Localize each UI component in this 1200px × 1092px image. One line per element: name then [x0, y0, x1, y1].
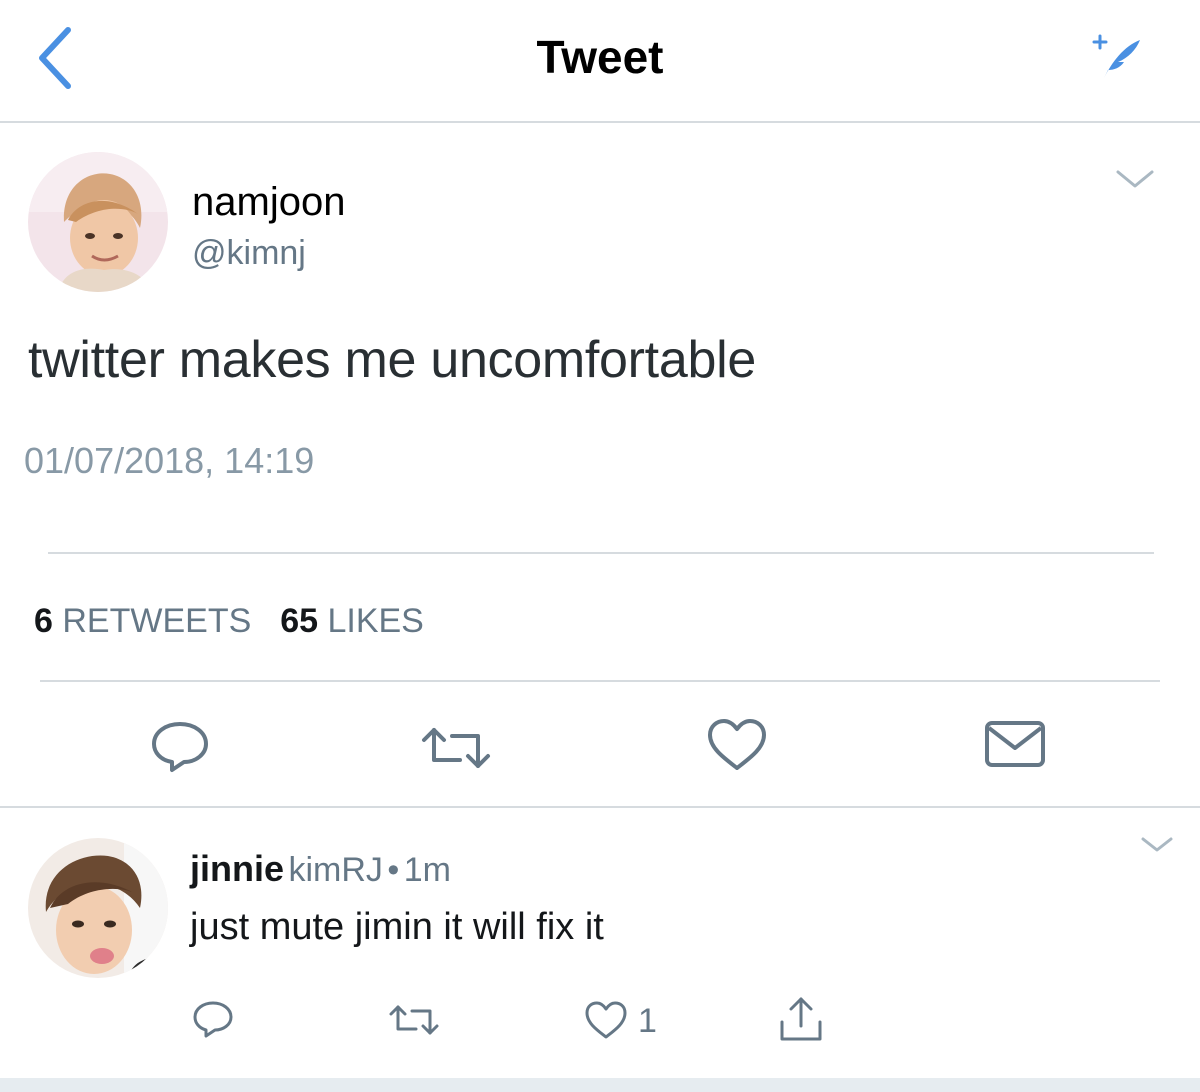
- author-name[interactable]: namjoon: [192, 180, 345, 225]
- tweet-text: twitter makes me uncomfortable: [28, 331, 756, 389]
- reply-author-handle[interactable]: kimRJ: [288, 851, 382, 889]
- reply-retweet-button[interactable]: [388, 1004, 440, 1036]
- divider: [48, 552, 1154, 554]
- retweet-icon: [389, 1005, 439, 1035]
- divider: [40, 680, 1160, 682]
- reply-menu-button[interactable]: [1140, 836, 1174, 856]
- reply-icon: [193, 1001, 233, 1038]
- likes-label[interactable]: LIKES: [327, 602, 423, 640]
- tweet-timestamp: 01/07/2018, 14:19: [24, 440, 315, 481]
- avatar-photo: [28, 152, 168, 292]
- reply-time: 1m: [403, 851, 451, 889]
- like-icon: [708, 719, 766, 770]
- chevron-down-icon: [1141, 837, 1173, 852]
- reply-button[interactable]: [150, 720, 210, 772]
- chevron-down-icon: [1116, 170, 1154, 188]
- avatar[interactable]: [28, 838, 168, 978]
- reply-like-count: 1: [638, 1002, 657, 1040]
- header-divider: [0, 121, 1200, 123]
- avatar[interactable]: [28, 152, 168, 292]
- reply-author-name[interactable]: jinnie: [190, 848, 284, 889]
- avatar-photo: [28, 838, 168, 978]
- retweet-icon: [422, 728, 490, 768]
- meta-separator: •: [387, 851, 400, 889]
- compose-button[interactable]: [1088, 32, 1146, 84]
- tweet-menu-button[interactable]: [1114, 168, 1156, 192]
- retweets-count[interactable]: 6: [34, 602, 53, 640]
- reply-text: just mute jimin it will fix it: [190, 906, 604, 948]
- compose-feather-icon: [1092, 34, 1140, 78]
- bottom-strip: [0, 1078, 1200, 1092]
- like-icon: [585, 1001, 627, 1039]
- like-button[interactable]: [706, 718, 768, 772]
- reply-header: jinnie kimRJ • 1m: [190, 848, 451, 890]
- reply-reply-button[interactable]: [192, 1000, 234, 1038]
- retweets-label[interactable]: RETWEETS: [62, 602, 251, 640]
- author-handle[interactable]: @kimnj: [192, 234, 306, 273]
- page-title: Tweet: [536, 31, 664, 83]
- reply-share-button[interactable]: [778, 996, 824, 1042]
- message-icon: [985, 721, 1045, 767]
- tweet-stats: 6 RETWEETS 65 LIKES: [34, 602, 424, 641]
- likes-count[interactable]: 65: [280, 602, 318, 640]
- share-icon: [780, 997, 822, 1041]
- message-button[interactable]: [984, 720, 1046, 768]
- reply-icon: [152, 722, 208, 772]
- reply-like-button[interactable]: [584, 1000, 628, 1040]
- section-divider: [0, 806, 1200, 808]
- retweet-button[interactable]: [420, 726, 492, 770]
